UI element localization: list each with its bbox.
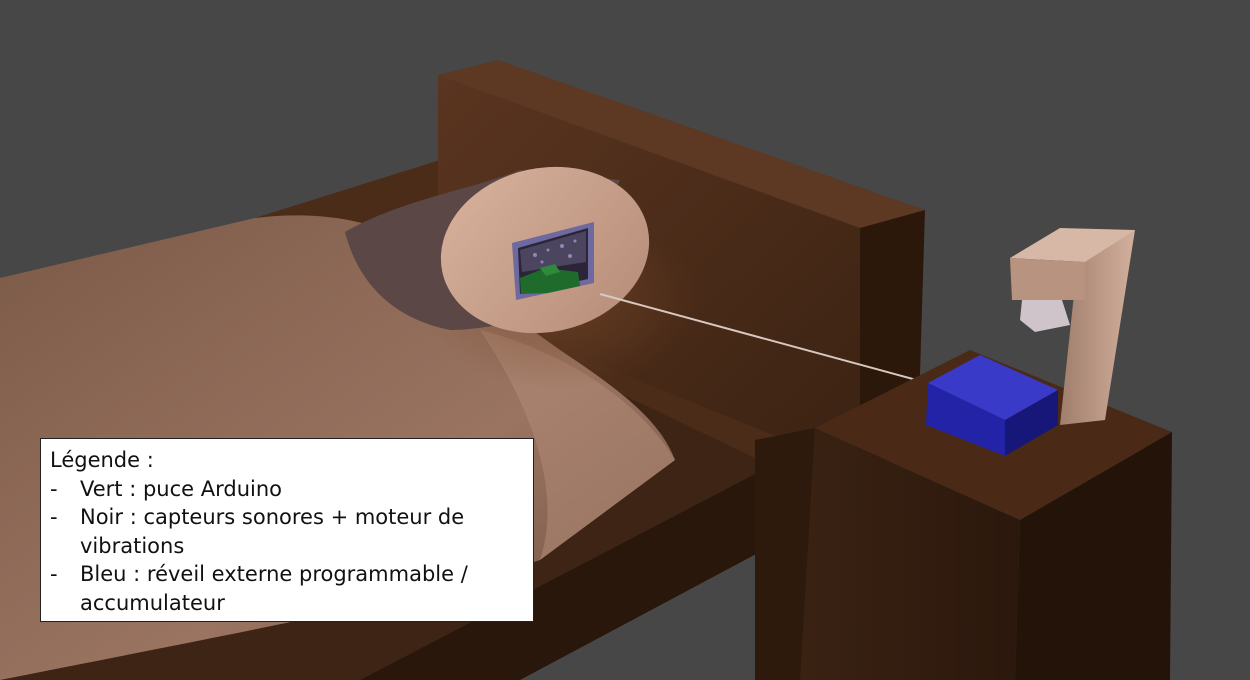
legend-bullet: -	[50, 562, 58, 587]
legend-item-green: - Vert : puce Arduino	[50, 475, 523, 504]
legend-item-black: - Noir : capteurs sonores + moteur de vi…	[50, 503, 523, 560]
legend-item-text: Noir : capteurs sonores + moteur de vibr…	[80, 505, 465, 558]
legend-title: Légende :	[50, 448, 154, 472]
legend-item-blue: - Bleu : réveil externe programmable / a…	[50, 560, 523, 617]
legend-item-text: Vert : puce Arduino	[80, 476, 282, 501]
legend-bullet: -	[50, 476, 58, 501]
legend-box: Légende : - Vert : puce Arduino - Noir :…	[40, 438, 534, 622]
legend-list: - Vert : puce Arduino - Noir : capteurs …	[50, 475, 523, 618]
legend-item-text: Bleu : réveil externe programmable / acc…	[80, 562, 468, 615]
legend-bullet: -	[50, 505, 58, 530]
